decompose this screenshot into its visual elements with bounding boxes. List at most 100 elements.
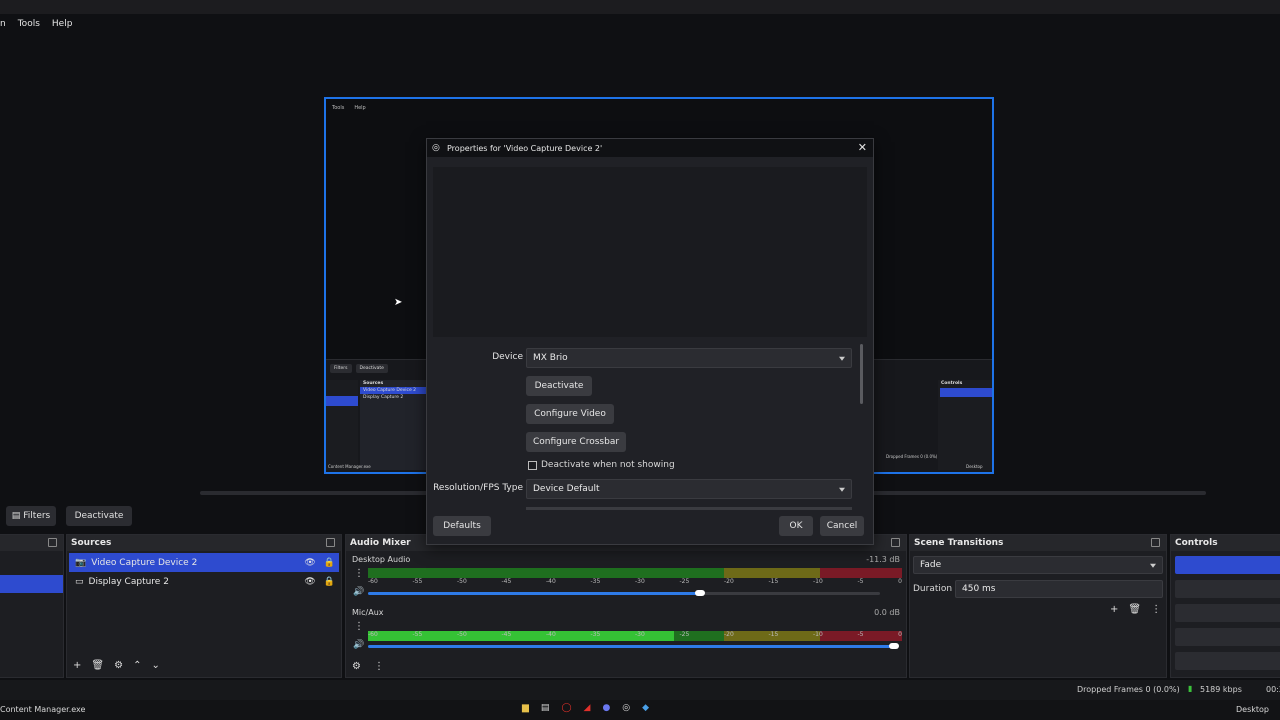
dialog-titlebar: ◎ Properties for 'Video Capture Device 2…: [427, 139, 873, 157]
transition-value: Fade: [920, 560, 942, 570]
duration-spinbox[interactable]: 450 ms: [955, 580, 1163, 598]
undock-icon[interactable]: [48, 538, 57, 547]
controls-header: Controls: [1171, 535, 1280, 551]
chevron-up-icon[interactable]: ⌃: [133, 660, 141, 671]
defaults-button[interactable]: Defaults: [433, 516, 491, 536]
discord-icon[interactable]: ●: [602, 703, 610, 713]
device-select[interactable]: MX Brio: [526, 348, 852, 368]
kebab-menu-icon[interactable]: ⋮: [354, 568, 364, 579]
kebab-menu-icon[interactable]: ⋮: [374, 661, 384, 672]
filters-button-label: Filters: [23, 511, 51, 521]
transition-select[interactable]: Fade: [913, 556, 1163, 574]
settings-button[interactable]: [1175, 652, 1280, 670]
dialog-preview: [433, 167, 867, 337]
scene-transitions-title: Scene Transitions: [914, 538, 1004, 548]
add-icon[interactable]: +: [73, 660, 81, 671]
configure-video-button[interactable]: Configure Video: [526, 404, 614, 424]
speaker-icon[interactable]: 🔊: [353, 587, 364, 597]
menu-item-tools[interactable]: Tools: [18, 19, 40, 29]
configure-crossbar-button[interactable]: Configure Crossbar: [526, 432, 626, 452]
controls-title: Controls: [1175, 538, 1218, 548]
scene-transitions-dock: Scene Transitions Fade Duration 450 ms +…: [909, 534, 1167, 678]
studio-mode-button[interactable]: [1175, 628, 1280, 646]
desktop-label: Desktop: [1236, 705, 1269, 714]
mini-menu-tools: Tools: [332, 105, 345, 111]
obs-logo-icon: ◎: [432, 143, 440, 153]
undock-icon[interactable]: [326, 538, 335, 547]
obs-icon[interactable]: ◎: [622, 703, 630, 713]
channel-name: Mic/Aux: [352, 608, 384, 617]
device-label: Device: [492, 352, 523, 362]
channel-db: 0.0 dB: [874, 608, 900, 617]
volume-slider[interactable]: [368, 592, 698, 595]
speaker-icon[interactable]: 🔊: [353, 640, 364, 650]
status-bar: Dropped Frames 0 (0.0%) ▮ 5189 kbps 00:2: [0, 680, 1280, 700]
menu-item-help[interactable]: Help: [52, 19, 73, 29]
volume-knob[interactable]: [695, 590, 705, 596]
volume-knob[interactable]: [889, 643, 899, 649]
menu-item-partial[interactable]: n: [0, 19, 6, 29]
add-icon[interactable]: +: [1110, 604, 1118, 615]
mini-status-desktop: Desktop: [966, 464, 983, 469]
kebab-menu-icon[interactable]: ⋮: [1151, 604, 1161, 615]
steam-icon[interactable]: ◆: [642, 703, 649, 713]
properties-dialog: ◎ Properties for 'Video Capture Device 2…: [426, 138, 874, 545]
undock-icon[interactable]: [1151, 538, 1160, 547]
audio-meter: [368, 568, 902, 578]
deactivate-checkbox-label: Deactivate when not showing: [541, 460, 675, 470]
deactivate-when-not-showing-checkbox[interactable]: [528, 461, 537, 470]
scene-transitions-header: Scene Transitions: [910, 535, 1166, 551]
source-item-video-capture[interactable]: 📷 Video Capture Device 2 👁 🔒: [69, 553, 339, 572]
kebab-menu-icon[interactable]: ⋮: [354, 621, 364, 632]
app-icon[interactable]: ▤: [541, 703, 550, 713]
lock-icon[interactable]: 🔒: [324, 558, 335, 568]
mini-menubar: Tools Help: [326, 105, 992, 113]
menubar: n Tools Help: [0, 14, 1280, 34]
gear-icon[interactable]: ⚙: [114, 660, 123, 671]
filter-icon: ▤: [11, 511, 21, 521]
eye-icon[interactable]: 👁: [304, 558, 315, 568]
sources-dock: Sources 📷 Video Capture Device 2 👁 🔒 ▭ D…: [66, 534, 342, 678]
mouse-cursor-icon: ➤: [394, 297, 403, 308]
meter-ticks: -60 -55 -50 -45 -40 -35 -30 -25 -20 -15 -10 -5 0: [368, 631, 902, 638]
channel-db: -11.3 dB: [866, 555, 900, 564]
bitrate: 5189 kbps: [1200, 685, 1242, 694]
next-field-edge: [526, 507, 852, 510]
resolution-fps-value: Device Default: [533, 484, 600, 494]
trash-icon[interactable]: 🗑: [91, 660, 104, 671]
resolution-fps-label: Resolution/FPS Type: [433, 483, 523, 493]
filters-button[interactable]: ▤ Filters: [6, 506, 56, 526]
lock-icon[interactable]: 🔒: [324, 577, 335, 587]
eye-icon[interactable]: 👁: [304, 577, 315, 587]
chevron-down-icon: [839, 487, 845, 492]
mini-sources-header: Sources: [363, 381, 384, 386]
mini-controls-header: Controls: [941, 381, 963, 386]
sources-title: Sources: [71, 538, 112, 548]
signal-icon: ▮: [1188, 684, 1193, 693]
close-icon[interactable]: ✕: [858, 141, 867, 154]
virtual-camera-button[interactable]: [1175, 604, 1280, 622]
sources-dock-header: Sources: [67, 535, 341, 551]
undock-icon[interactable]: [891, 538, 900, 547]
cancel-button[interactable]: Cancel: [820, 516, 864, 536]
folder-icon[interactable]: ▆: [522, 703, 529, 713]
ok-button[interactable]: OK: [779, 516, 813, 536]
start-recording-button[interactable]: [1175, 580, 1280, 598]
deactivate-button[interactable]: Deactivate: [526, 376, 592, 396]
scenes-dock-header: [0, 535, 63, 551]
chevron-down-icon[interactable]: ⌄: [151, 660, 159, 671]
opera-icon[interactable]: ◯: [561, 703, 571, 713]
start-streaming-button[interactable]: [1175, 556, 1280, 574]
deactivate-button[interactable]: Deactivate: [66, 506, 132, 526]
monitor-icon: ▭: [75, 576, 84, 587]
volume-slider[interactable]: [368, 645, 896, 648]
source-item-display-capture[interactable]: ▭ Display Capture 2 👁 🔒: [69, 572, 339, 591]
mini-source-item: Display Capture 2: [363, 395, 404, 400]
trash-icon[interactable]: 🗑: [1128, 604, 1141, 615]
dialog-scrollbar[interactable]: [860, 344, 863, 404]
resolution-fps-select[interactable]: Device Default: [526, 479, 852, 499]
mini-taskbar-app: Content Manager.exe: [328, 464, 371, 469]
app-icon[interactable]: ◢: [584, 703, 591, 713]
advanced-audio-icon[interactable]: ⚙: [352, 661, 361, 672]
scene-item-selected[interactable]: [0, 575, 63, 593]
